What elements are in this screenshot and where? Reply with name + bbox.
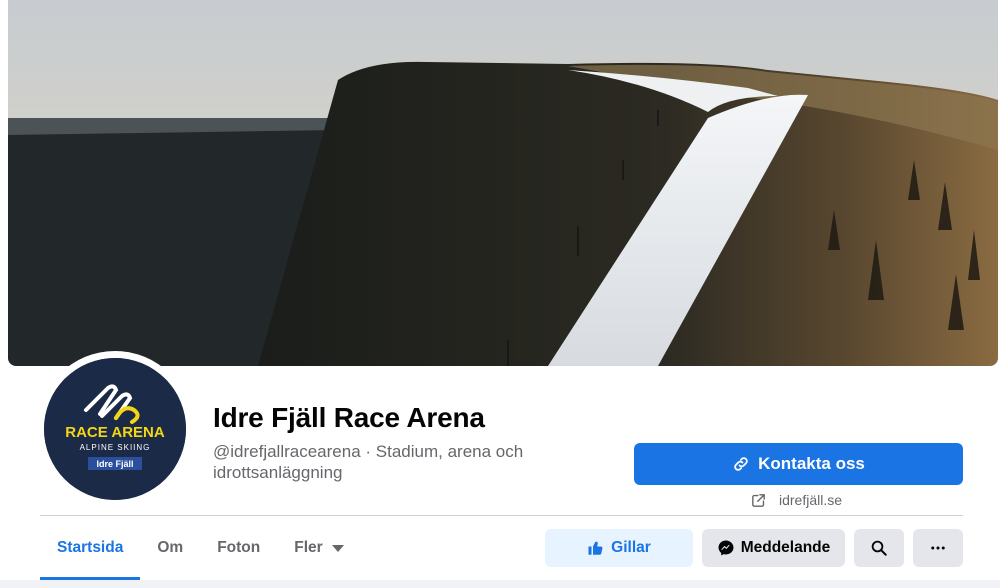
- message-button[interactable]: Meddelande: [702, 529, 845, 567]
- tab-label: Om: [157, 539, 184, 556]
- tab-label: Foton: [217, 539, 261, 556]
- more-button[interactable]: [913, 529, 963, 567]
- page-background-strip: [0, 580, 1000, 588]
- tab-label: Fler: [294, 539, 323, 556]
- cover-photo-image: [8, 0, 998, 366]
- tab-foton[interactable]: Foton: [200, 516, 277, 580]
- logo-title: RACE ARENA: [65, 424, 165, 441]
- tab-fler[interactable]: Fler: [277, 516, 360, 580]
- logo-badge: Idre Fjäll: [96, 459, 133, 469]
- website-link[interactable]: idrefjäll.se: [750, 490, 842, 510]
- caret-down-icon: [331, 544, 344, 552]
- link-icon: [734, 457, 748, 471]
- search-button[interactable]: [854, 529, 904, 567]
- search-icon: [871, 540, 887, 556]
- more-icon: [931, 546, 945, 550]
- website-label: idrefjäll.se: [779, 492, 843, 508]
- avatar[interactable]: RACE ARENA ALPINE SKIING Idre Fjäll: [44, 358, 186, 500]
- tab-om[interactable]: Om: [140, 516, 200, 580]
- tab-label: Startsida: [57, 539, 124, 556]
- logo-subtitle: ALPINE SKIING: [80, 443, 151, 452]
- messenger-icon: [718, 540, 734, 556]
- page-tabs: Startsida Om Foton Fler: [40, 516, 361, 580]
- message-button-label: Meddelande: [740, 539, 831, 556]
- like-button-label: Gillar: [611, 539, 651, 556]
- contact-button[interactable]: Kontakta oss: [634, 443, 963, 485]
- tab-startsida[interactable]: Startsida: [40, 516, 141, 580]
- page-title: Idre Fjäll Race Arena: [213, 402, 485, 433]
- thumbs-up-icon: [588, 541, 603, 555]
- external-link-icon: [752, 493, 765, 507]
- race-arena-logo: RACE ARENA ALPINE SKIING Idre Fjäll: [44, 358, 186, 500]
- cover-photo[interactable]: [8, 0, 998, 366]
- like-button[interactable]: Gillar: [545, 529, 693, 567]
- page-handle-category: @idrefjallracearena · Stadium, arena och…: [213, 442, 524, 482]
- contact-button-label: Kontakta oss: [758, 454, 865, 473]
